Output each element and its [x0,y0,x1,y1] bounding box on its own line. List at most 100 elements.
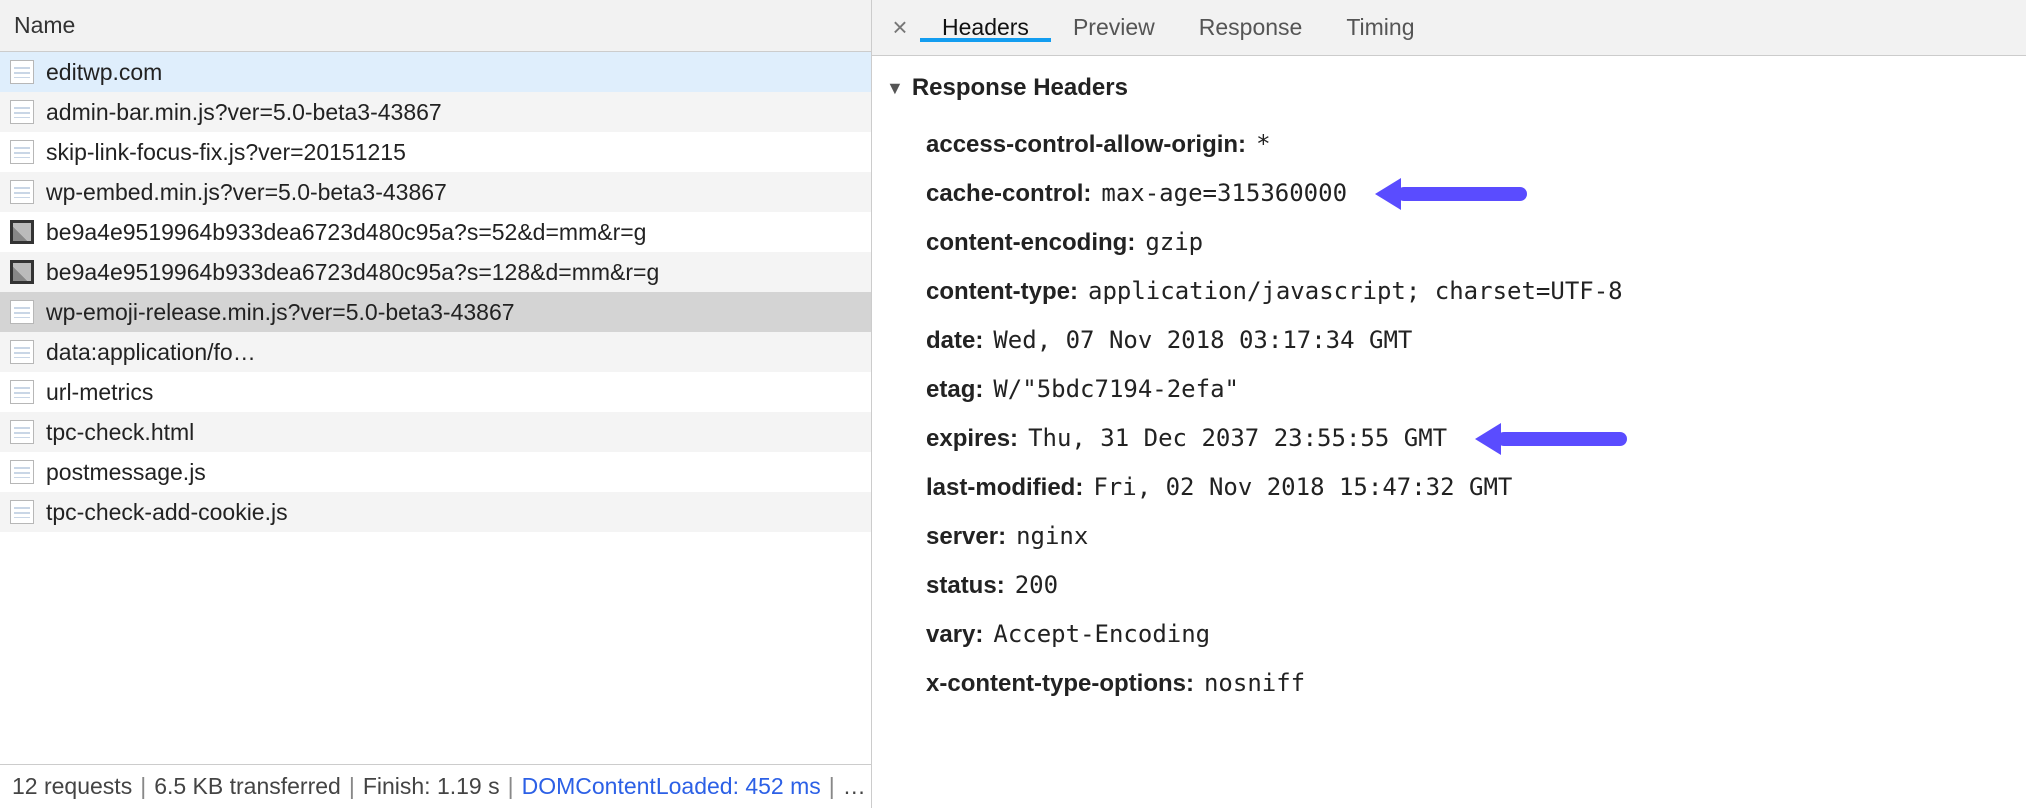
column-header-name[interactable]: Name [0,0,871,52]
request-name: wp-emoji-release.min.js?ver=5.0-beta3-43… [46,299,515,326]
document-file-icon [10,140,34,164]
header-line: vary: Accept-Encoding [886,610,2012,659]
request-row[interactable]: be9a4e9519964b933dea6723d480c95a?s=52&d=… [0,212,871,252]
request-name: tpc-check.html [46,419,194,446]
header-value: Fri, 02 Nov 2018 15:47:32 GMT [1093,473,1512,501]
request-row[interactable]: admin-bar.min.js?ver=5.0-beta3-43867 [0,92,871,132]
header-line: date: Wed, 07 Nov 2018 03:17:34 GMT [886,316,2012,365]
tab-preview[interactable]: Preview [1051,14,1177,41]
header-value: max-age=315360000 [1101,179,1347,207]
request-rows: editwp.com admin-bar.min.js?ver=5.0-beta3… [0,52,871,764]
request-name: be9a4e9519964b933dea6723d480c95a?s=52&d=… [46,219,646,246]
column-header-label: Name [14,12,75,39]
header-key: last-modified: [926,474,1083,502]
tab-response[interactable]: Response [1177,14,1325,41]
disclosure-triangle-icon[interactable]: ▼ [886,78,904,99]
header-key: status: [926,572,1005,600]
header-key: cache-control: [926,180,1091,208]
header-value: * [1256,130,1270,158]
header-line: content-encoding: gzip [886,218,2012,267]
response-headers-list: access-control-allow-origin: * cache-contr… [886,120,2012,708]
request-row[interactable]: be9a4e9519964b933dea6723d480c95a?s=128&d… [0,252,871,292]
header-key: date: [926,327,983,355]
header-line: cache-control: max-age=315360000 [886,169,2012,218]
header-key: etag: [926,376,983,404]
request-name: tpc-check-add-cookie.js [46,499,288,526]
request-row[interactable]: data:application/fo… [0,332,871,372]
header-value: gzip [1145,228,1203,256]
separator: | [349,773,355,800]
header-value: Accept-Encoding [993,620,1210,648]
document-file-icon [10,500,34,524]
annotation-arrow-icon [1397,187,1527,201]
status-bar: 12 requests | 6.5 KB transferred | Finis… [0,764,871,808]
status-domcontentloaded: DOMContentLoaded: 452 ms [522,773,821,800]
document-file-icon [10,460,34,484]
header-line: content-type: application/javascript; cha… [886,267,2012,316]
request-row[interactable]: postmessage.js [0,452,871,492]
request-name: data:application/fo… [46,339,256,366]
request-name: editwp.com [46,59,162,86]
header-line: status: 200 [886,561,2012,610]
request-name: skip-link-focus-fix.js?ver=20151215 [46,139,406,166]
header-value: Wed, 07 Nov 2018 03:17:34 GMT [993,326,1412,354]
document-file-icon [10,380,34,404]
header-line: server: nginx [886,512,2012,561]
active-tab-underline [920,38,1051,42]
request-row[interactable]: skip-link-focus-fix.js?ver=20151215 [0,132,871,172]
headers-pane: ▼ Response Headers access-control-allow-… [872,56,2026,808]
close-icon[interactable]: × [880,12,920,43]
tabs-container: HeadersPreviewResponseTiming [920,14,2018,41]
request-list-panel: Name editwp.com admin-bar.min.js?ver=5.0-… [0,0,872,808]
request-row[interactable]: wp-emoji-release.min.js?ver=5.0-beta3-43… [0,292,871,332]
section-title-label: Response Headers [912,74,1128,102]
document-file-icon [10,340,34,364]
header-value: 200 [1015,571,1058,599]
status-requests: 12 requests [12,773,132,800]
request-name: be9a4e9519964b933dea6723d480c95a?s=128&d… [46,259,659,286]
header-value: nginx [1016,522,1088,550]
header-key: content-encoding: [926,229,1135,257]
document-file-icon [10,180,34,204]
request-row[interactable]: url-metrics [0,372,871,412]
annotation-arrow-icon [1497,432,1627,446]
header-key: expires: [926,425,1018,453]
image-file-icon [10,260,34,284]
header-line: expires: Thu, 31 Dec 2037 23:55:55 GMT [886,414,2012,463]
devtools-network-panel: Name editwp.com admin-bar.min.js?ver=5.0-… [0,0,2026,808]
header-value: W/"5bdc7194-2efa" [993,375,1239,403]
document-file-icon [10,420,34,444]
separator: | [508,773,514,800]
status-finish: Finish: 1.19 s [363,773,500,800]
document-file-icon [10,60,34,84]
tab-timing[interactable]: Timing [1324,14,1436,41]
header-line: last-modified: Fri, 02 Nov 2018 15:47:32 … [886,463,2012,512]
tab-headers[interactable]: Headers [920,14,1051,41]
separator: | [829,773,835,800]
request-row[interactable]: wp-embed.min.js?ver=5.0-beta3-43867 [0,172,871,212]
request-details-panel: × HeadersPreviewResponseTiming ▼ Respons… [872,0,2026,808]
request-row[interactable]: tpc-check-add-cookie.js [0,492,871,532]
header-line: x-content-type-options: nosniff [886,659,2012,708]
header-key: content-type: [926,278,1078,306]
request-row[interactable]: tpc-check.html [0,412,871,452]
document-file-icon [10,300,34,324]
header-line: etag: W/"5bdc7194-2efa" [886,365,2012,414]
header-key: vary: [926,621,983,649]
status-ellipsis: … [843,773,866,800]
request-name: wp-embed.min.js?ver=5.0-beta3-43867 [46,179,447,206]
response-headers-section[interactable]: ▼ Response Headers [886,74,2012,102]
separator: | [140,773,146,800]
details-tabs: × HeadersPreviewResponseTiming [872,0,2026,56]
header-value: Thu, 31 Dec 2037 23:55:55 GMT [1028,424,1447,452]
header-key: server: [926,523,1006,551]
header-value: nosniff [1204,669,1305,697]
header-key: access-control-allow-origin: [926,131,1246,159]
request-name: url-metrics [46,379,153,406]
header-value: application/javascript; charset=UTF-8 [1088,277,1623,305]
document-file-icon [10,100,34,124]
status-transferred: 6.5 KB transferred [154,773,341,800]
header-key: x-content-type-options: [926,670,1194,698]
request-row[interactable]: editwp.com [0,52,871,92]
header-line: access-control-allow-origin: * [886,120,2012,169]
